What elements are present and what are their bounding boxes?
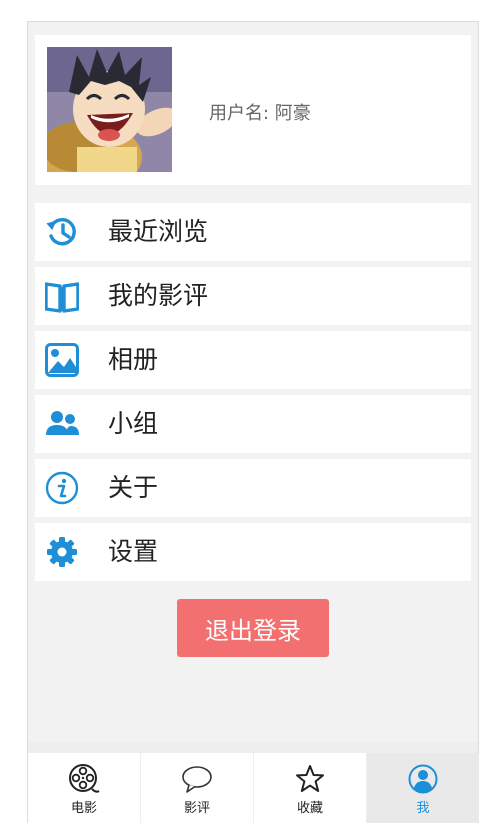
menu-label-recent: 最近浏览	[108, 217, 209, 246]
info-icon	[45, 471, 79, 505]
film-reel-icon	[69, 764, 100, 793]
tab-movies[interactable]: 电影	[28, 753, 140, 823]
avatar[interactable]	[47, 47, 172, 172]
bottom-tab-bar: 电影 影评 收藏 我	[28, 742, 479, 823]
menu-label-about: 关于	[108, 473, 159, 502]
logout-button[interactable]: 退出登录	[177, 599, 329, 657]
menu-item-about[interactable]: 关于	[35, 459, 471, 517]
tab-label-me: 我	[416, 801, 430, 816]
tab-label-movies: 电影	[70, 801, 97, 816]
menu-item-album[interactable]: 相册	[35, 331, 471, 389]
menu-item-settings[interactable]: 设置	[35, 523, 471, 581]
menu-item-group[interactable]: 小组	[35, 395, 471, 453]
menu-label-settings: 设置	[108, 537, 159, 566]
tab-reviews[interactable]: 影评	[141, 753, 253, 823]
menu-label-group: 小组	[108, 409, 159, 438]
tab-favorites[interactable]: 收藏	[254, 753, 366, 823]
user-icon	[408, 764, 438, 794]
history-icon	[46, 218, 76, 246]
book-icon	[45, 282, 79, 313]
menu-label-my-reviews: 我的影评	[108, 281, 209, 310]
star-icon	[296, 765, 324, 792]
image-icon	[45, 343, 79, 377]
username-label: 用户名: 阿豪	[209, 103, 311, 124]
comment-icon	[182, 766, 212, 793]
gear-icon	[47, 537, 77, 567]
tab-label-favorites: 收藏	[296, 801, 323, 816]
menu-item-my-reviews[interactable]: 我的影评	[35, 267, 471, 325]
menu-label-album: 相册	[108, 345, 159, 374]
tab-me[interactable]: 我	[367, 753, 479, 823]
profile-card: 用户名: 阿豪	[35, 35, 471, 185]
menu-item-recent[interactable]: 最近浏览	[35, 203, 471, 261]
tab-label-reviews: 影评	[183, 801, 210, 816]
app-screen: 用户名: 阿豪 最近浏览 我的影评 相册 小组 关于 设置 退出登录 电影 影评…	[27, 21, 479, 823]
group-icon	[46, 411, 79, 435]
